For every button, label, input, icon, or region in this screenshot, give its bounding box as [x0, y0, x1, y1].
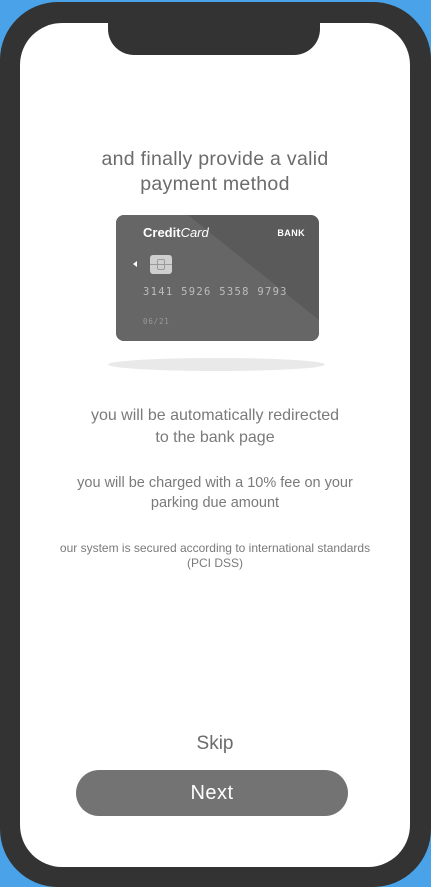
phone-frame: and finally provide a valid payment meth… — [0, 2, 431, 887]
credit-card-illustration: CreditCard BANK 3141 5926 5358 9793 06/2… — [116, 215, 319, 341]
fee-line-1: you will be charged with a 10% fee on yo… — [77, 475, 353, 491]
phone-notch — [108, 23, 320, 55]
redirect-line-2: to the bank page — [155, 429, 275, 446]
card-brand: CreditCard — [143, 225, 209, 241]
chip-icon — [150, 255, 172, 274]
title-line-1: and finally provide a valid — [101, 148, 329, 170]
security-line-2: (PCI DSS) — [186, 556, 243, 570]
card-shadow — [108, 358, 325, 371]
fee-info: you will be charged with a 10% fee on yo… — [20, 474, 410, 513]
arrow-left-icon — [133, 261, 137, 267]
title-line-2: payment method — [140, 173, 290, 195]
card-expiry: 06/21 — [143, 317, 170, 326]
skip-button[interactable]: Skip — [165, 730, 265, 758]
screen: and finally provide a valid payment meth… — [20, 23, 410, 867]
card-number: 3141 5926 5358 9793 — [143, 286, 288, 298]
redirect-info: you will be automatically redirected to … — [20, 405, 410, 449]
card-brand-bold: Credit — [143, 225, 181, 240]
card-bank-name: BANK — [277, 228, 305, 238]
page-title: and finally provide a valid payment meth… — [20, 147, 410, 197]
redirect-line-1: you will be automatically redirected — [90, 407, 340, 424]
security-info: our system is secured according to inter… — [20, 541, 410, 571]
card-brand-italic: Card — [180, 225, 209, 240]
fee-line-2: parking due amount — [150, 494, 280, 511]
security-line-1: our system is secured according to inter… — [59, 541, 371, 555]
next-button[interactable]: Next — [76, 770, 348, 816]
